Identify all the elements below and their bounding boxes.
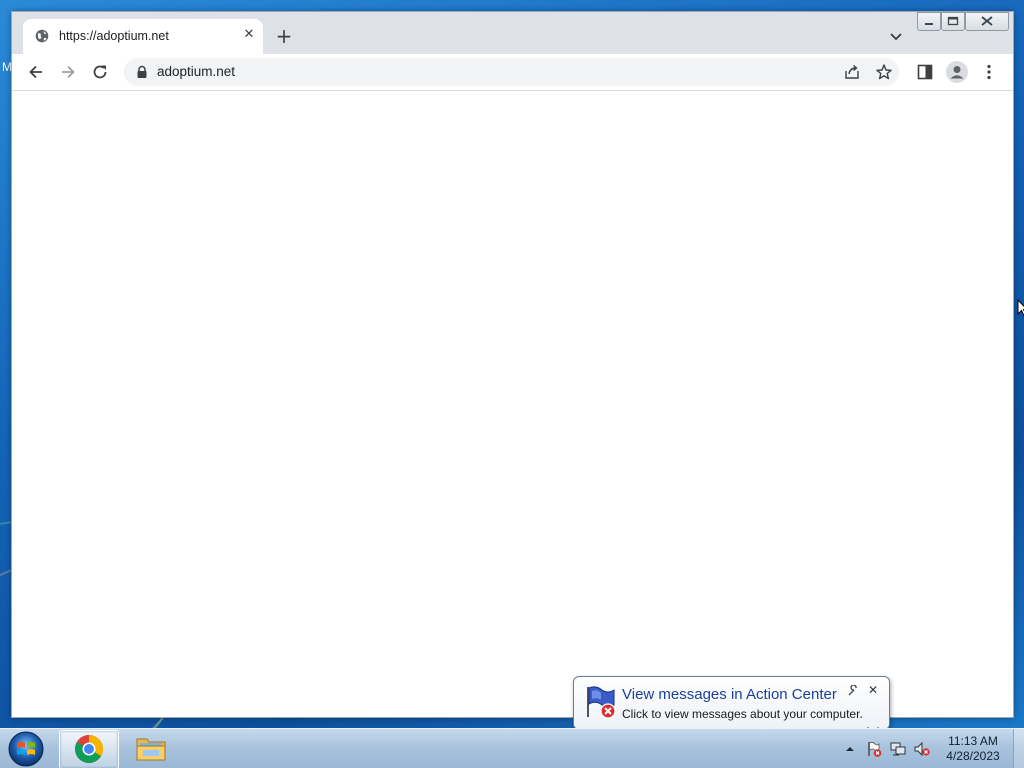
browser-toolbar: adoptium.net xyxy=(12,54,1013,91)
taskbar-chrome[interactable] xyxy=(59,730,119,768)
minimize-icon xyxy=(925,23,933,25)
new-tab-button[interactable]: + xyxy=(272,25,296,49)
url-text: adoptium.net xyxy=(157,64,236,79)
clock-date: 4/28/2023 xyxy=(946,749,1000,763)
reload-icon[interactable] xyxy=(90,62,110,82)
back-arrow-icon[interactable] xyxy=(26,62,46,82)
minimize-button[interactable] xyxy=(917,12,941,31)
close-icon xyxy=(981,16,993,26)
action-center-notification[interactable]: View messages in Action Center Click to … xyxy=(573,676,890,730)
active-tab[interactable]: https://adoptium.net ✕ xyxy=(23,19,263,54)
volume-muted-icon[interactable] xyxy=(914,741,930,757)
close-tab-icon[interactable]: ✕ xyxy=(240,26,258,44)
tab-title: https://adoptium.net xyxy=(59,29,169,43)
taskbar-explorer[interactable] xyxy=(122,730,180,767)
action-center-icon[interactable] xyxy=(866,741,882,757)
bookmark-star-icon[interactable] xyxy=(875,63,893,81)
restore-icon xyxy=(947,16,959,26)
chrome-icon xyxy=(75,735,103,763)
clock-time: 11:13 AM xyxy=(948,734,998,748)
notification-text: Click to view messages about your comput… xyxy=(622,707,863,721)
folder-icon xyxy=(136,738,166,761)
close-window-button[interactable] xyxy=(965,12,1009,31)
profile-avatar-icon[interactable] xyxy=(945,60,969,84)
show-desktop-button[interactable] xyxy=(1013,729,1024,768)
browser-window: https://adoptium.net ✕ + adoptium.net xyxy=(11,11,1014,718)
chevron-down-icon[interactable] xyxy=(886,26,906,46)
kebab-menu-icon[interactable] xyxy=(979,62,999,82)
start-button[interactable] xyxy=(4,730,48,768)
mouse-cursor-icon xyxy=(1017,299,1024,317)
restore-button[interactable] xyxy=(941,12,965,31)
side-panel-icon[interactable] xyxy=(915,62,935,82)
forward-arrow-icon[interactable] xyxy=(58,62,78,82)
system-clock[interactable]: 11:13 AM 4/28/2023 xyxy=(938,734,1008,764)
close-notification-icon[interactable]: ✕ xyxy=(866,683,880,697)
show-hidden-icons-icon[interactable] xyxy=(843,742,857,756)
window-controls xyxy=(917,12,1009,31)
wrench-icon[interactable] xyxy=(847,685,859,697)
network-icon[interactable] xyxy=(890,741,906,757)
globe-icon xyxy=(35,29,49,43)
tab-strip: https://adoptium.net ✕ + xyxy=(12,12,1013,54)
notification-title[interactable]: View messages in Action Center xyxy=(622,686,837,703)
page-content[interactable] xyxy=(12,91,1013,717)
address-bar[interactable]: adoptium.net xyxy=(124,58,899,86)
action-center-flag-icon xyxy=(587,686,616,719)
taskbar: 11:13 AM 4/28/2023 xyxy=(0,728,1024,768)
lock-icon[interactable] xyxy=(136,65,148,79)
share-icon[interactable] xyxy=(843,63,861,81)
